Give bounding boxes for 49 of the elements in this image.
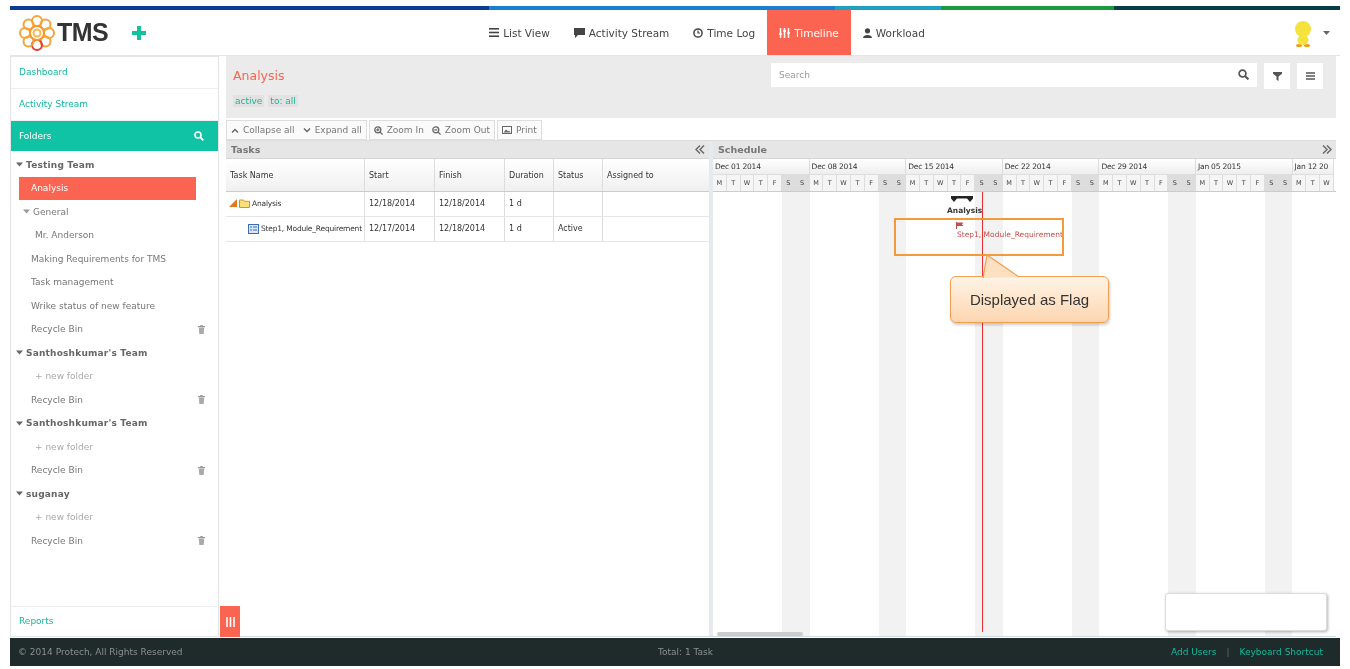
table-cell: 1 d (505, 217, 554, 241)
column-header[interactable]: Finish (435, 159, 505, 191)
column-header[interactable]: Task Name (226, 159, 365, 191)
nav-tab[interactable]: Workload (850, 10, 937, 55)
recycle-bin-item[interactable]: Recycle Bin (11, 317, 218, 341)
nav-tab[interactable]: Activity Stream (561, 10, 682, 55)
table-cell: 12/18/2014 (365, 192, 435, 216)
column-header[interactable]: Assigned to (603, 159, 709, 191)
panel-title: Tasks (231, 144, 261, 155)
table-cell: 12/17/2014 (365, 217, 435, 241)
nav-tab[interactable]: Time Log (681, 10, 768, 55)
footer-link[interactable]: Keyboard Shortcut (1239, 647, 1323, 657)
zoom-out-button[interactable]: Zoom Out (427, 121, 494, 139)
page-title: Analysis (233, 68, 286, 83)
team-folder[interactable]: Santhoshkumar's Team (11, 411, 218, 435)
team-folder[interactable]: Testing Team (11, 153, 218, 177)
separator: | (1226, 647, 1230, 657)
nav-tab[interactable]: List View (477, 10, 562, 55)
footer-link[interactable]: Add Users (1170, 647, 1217, 657)
total-count: Total: 1 Task (658, 647, 714, 657)
print-button[interactable]: Print (497, 121, 541, 139)
recycle-bin-item[interactable]: Recycle Bin (11, 458, 218, 482)
folder-item[interactable]: Task management (19, 270, 196, 294)
reports-link[interactable]: Reports (11, 606, 218, 636)
table-cell: 12/18/2014 (435, 217, 505, 241)
sidebar-link[interactable]: Dashboard (11, 57, 218, 89)
folder-item[interactable]: Analysis (19, 176, 196, 200)
panel-title: Schedule (718, 144, 767, 155)
expand-all-button[interactable]: Expand all (298, 121, 366, 139)
folder-item[interactable]: Making Requirements for TMS (19, 247, 196, 271)
table-cell: Active (554, 217, 603, 241)
recycle-bin-item[interactable]: Recycle Bin (11, 388, 218, 412)
folder-item[interactable]: General (19, 200, 196, 224)
search-field[interactable]: Search (771, 63, 1257, 87)
table-cell: 1 d (505, 192, 554, 216)
collapse-all-button[interactable]: Collapse all (227, 121, 299, 139)
folder-item[interactable]: Mr. Anderson (23, 223, 200, 247)
table-cell: 12/18/2014 (435, 192, 505, 216)
team-folder[interactable]: Santhoshkumar's Team (11, 341, 218, 365)
nav-tab[interactable]: Timeline (767, 10, 851, 55)
team-folder[interactable]: suganay (11, 482, 218, 506)
logo-text: TMS (57, 18, 109, 47)
column-header[interactable]: Start (365, 159, 435, 191)
zoom-in-button[interactable]: Zoom In (369, 121, 428, 139)
folder-item[interactable]: Wrike status of new feature (19, 294, 196, 318)
copyright-text: © 2014 Protech, All Rights Reserved (18, 647, 184, 657)
recycle-bin-item[interactable]: Recycle Bin (11, 529, 218, 553)
column-header[interactable]: Duration (505, 159, 554, 191)
column-header[interactable]: Status (554, 159, 603, 191)
